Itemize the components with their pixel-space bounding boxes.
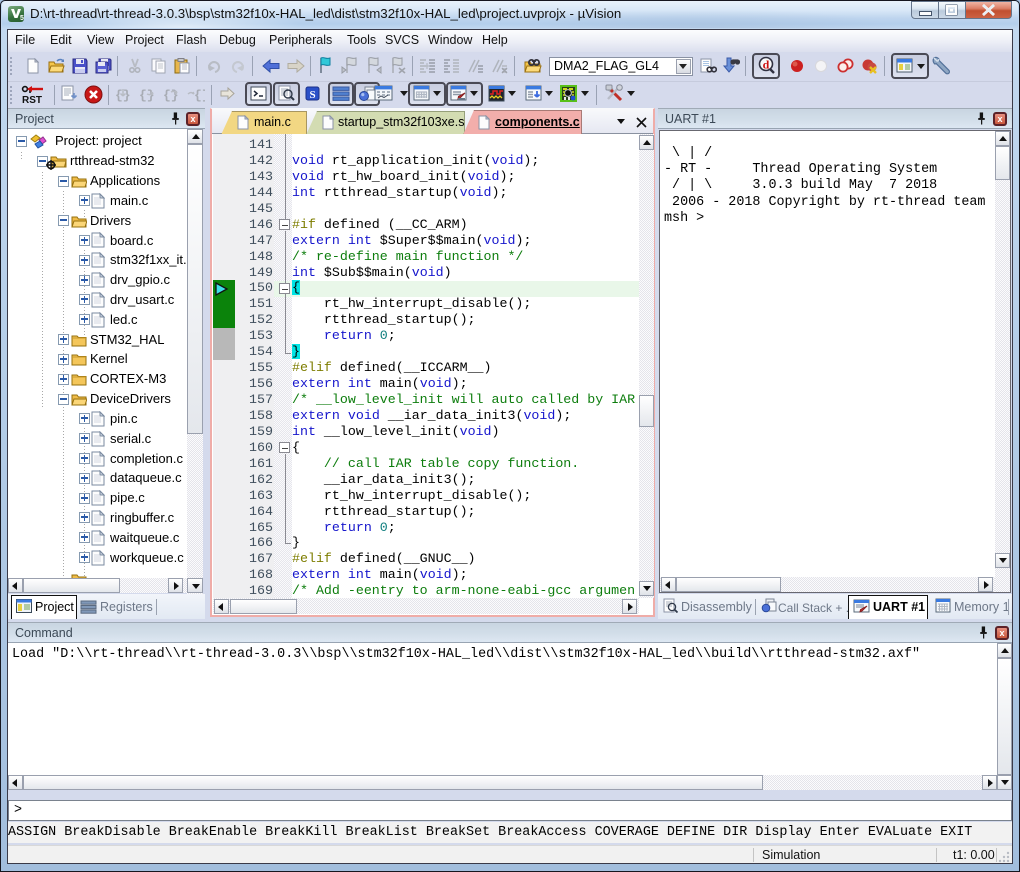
- svg-text:{}: {}: [194, 88, 205, 102]
- svg-text:S: S: [309, 89, 315, 101]
- svg-text:5: 5: [20, 15, 24, 22]
- svg-text:RST: RST: [22, 95, 42, 105]
- svg-text:d: d: [763, 58, 770, 72]
- svg-text:{}: {}: [163, 88, 179, 102]
